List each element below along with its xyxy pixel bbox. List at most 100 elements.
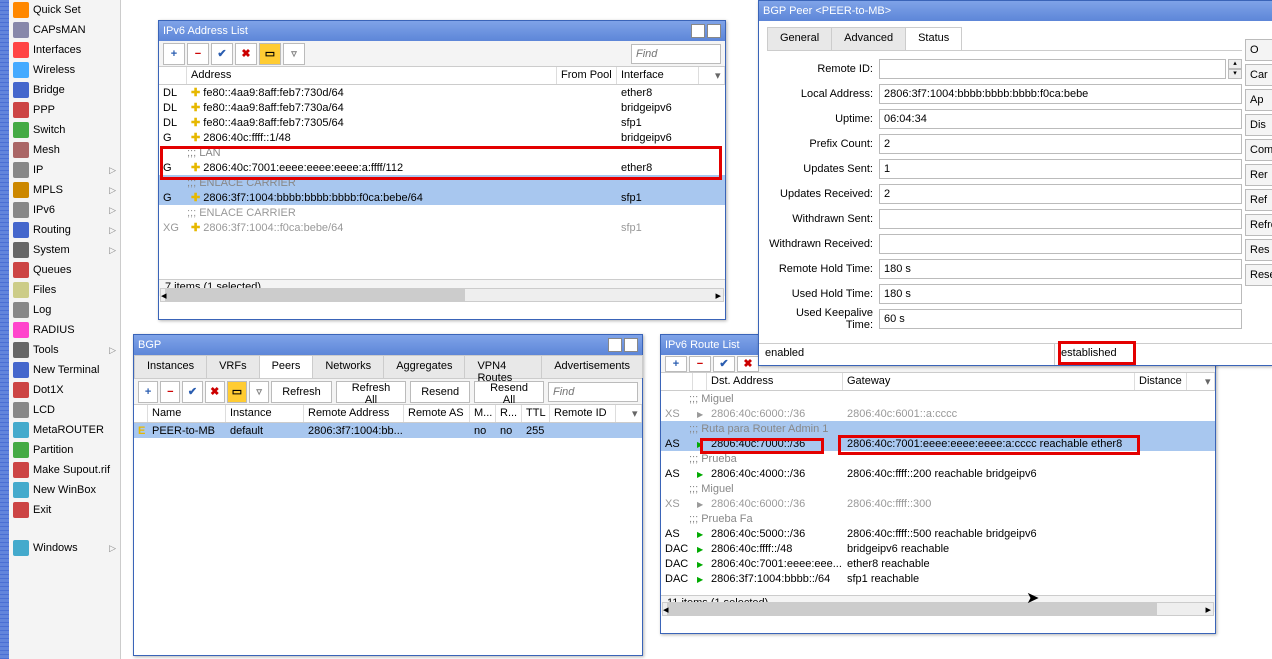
side-button[interactable]: Ap xyxy=(1245,89,1272,111)
disable-button[interactable]: ✖ xyxy=(205,381,225,403)
sidebar-item-ipv6[interactable]: IPv6▷ xyxy=(9,200,120,220)
sidebar-item-queues[interactable]: Queues xyxy=(9,260,120,280)
grid-body[interactable]: ;;; MiguelXS▶2806:40c:6000::/362806:40c:… xyxy=(661,391,1215,595)
sidebar-item-exit[interactable]: Exit xyxy=(9,500,120,520)
sidebar-item-wireless[interactable]: Wireless xyxy=(9,60,120,80)
field-value[interactable]: 2 xyxy=(879,134,1242,154)
tab-advanced[interactable]: Advanced xyxy=(831,27,906,50)
table-row[interactable]: DAC▶2806:3f7:1004:bbbb::/64sfp1 reachabl… xyxy=(661,571,1215,586)
tab-peers[interactable]: Peers xyxy=(259,355,314,378)
table-row[interactable]: XS▶2806:40c:6000::/362806:40c:6001::a:cc… xyxy=(661,406,1215,421)
tab-vpn4 routes[interactable]: VPN4 Routes xyxy=(464,355,542,378)
sidebar-item-ip[interactable]: IP▷ xyxy=(9,160,120,180)
find-input[interactable] xyxy=(548,382,638,402)
grid-body[interactable]: DL✚ fe80::4aa9:8aff:feb7:730d/64ether8DL… xyxy=(159,85,725,279)
sidebar-item-log[interactable]: Log xyxy=(9,300,120,320)
sidebar-item-interfaces[interactable]: Interfaces xyxy=(9,40,120,60)
remove-button[interactable]: − xyxy=(689,356,711,372)
sidebar-item-mesh[interactable]: Mesh xyxy=(9,140,120,160)
table-row[interactable]: G✚ 2806:40c:ffff::1/48bridgeipv6 xyxy=(159,130,725,145)
refresh-all-button[interactable]: Refresh All xyxy=(336,381,406,403)
enable-button[interactable]: ✔ xyxy=(182,381,202,403)
refresh-button[interactable]: Refresh xyxy=(271,381,332,403)
hscroll[interactable]: ◂▸ xyxy=(662,602,1214,616)
table-row[interactable]: DL✚ fe80::4aa9:8aff:feb7:730d/64ether8 xyxy=(159,85,725,100)
sidebar-item-system[interactable]: System▷ xyxy=(9,240,120,260)
sidebar-item-radius[interactable]: RADIUS xyxy=(9,320,120,340)
titlebar[interactable]: BGP Peer <PEER-to-MB> xyxy=(759,1,1272,21)
sidebar-item-capsman[interactable]: CAPsMAN xyxy=(9,20,120,40)
sidebar-item-partition[interactable]: Partition xyxy=(9,440,120,460)
add-button[interactable]: + xyxy=(163,43,185,65)
sidebar-item-lcd[interactable]: LCD xyxy=(9,400,120,420)
side-button[interactable]: Refre xyxy=(1245,214,1272,236)
table-row[interactable]: DAC▶2806:40c:7001:eeee:eee...ether8 reac… xyxy=(661,556,1215,571)
resend-all-button[interactable]: Resend All xyxy=(474,381,544,403)
add-button[interactable]: + xyxy=(138,381,158,403)
filter-button[interactable]: ▿ xyxy=(283,43,305,65)
resend-button[interactable]: Resend xyxy=(410,381,470,403)
enable-button[interactable]: ✔ xyxy=(211,43,233,65)
sidebar-item-windows[interactable]: Windows▷ xyxy=(9,538,120,558)
find-input[interactable] xyxy=(631,44,721,64)
sidebar-item-tools[interactable]: Tools▷ xyxy=(9,340,120,360)
close-button[interactable]: ✕ xyxy=(707,24,721,38)
table-row[interactable]: E PEER-to-MB default 2806:3f7:1004:bb...… xyxy=(134,423,642,438)
side-button[interactable]: Rese xyxy=(1245,264,1272,286)
sidebar-item-quick-set[interactable]: Quick Set xyxy=(9,0,120,20)
hscroll[interactable]: ◂▸ xyxy=(160,288,724,302)
tab-general[interactable]: General xyxy=(767,27,832,50)
field-value[interactable]: 180 s xyxy=(879,259,1242,279)
side-button[interactable]: Dis xyxy=(1245,114,1272,136)
table-row[interactable]: AS▶2806:40c:5000::/362806:40c:ffff::500 … xyxy=(661,526,1215,541)
column-menu[interactable]: ▾ xyxy=(711,67,725,84)
col-address[interactable]: Address xyxy=(187,67,557,84)
tab-status[interactable]: Status xyxy=(905,27,962,50)
side-button[interactable]: Rer xyxy=(1245,164,1272,186)
field-value[interactable]: 2806:3f7:1004:bbbb:bbbb:bbbb:f0ca:bebe xyxy=(879,84,1242,104)
sidebar-item-files[interactable]: Files xyxy=(9,280,120,300)
table-row[interactable]: G✚ 2806:3f7:1004:bbbb:bbbb:bbbb:f0ca:beb… xyxy=(159,190,725,205)
table-row[interactable]: DAC▶2806:40c:ffff::/48bridgeipv6 reachab… xyxy=(661,541,1215,556)
side-button[interactable]: O xyxy=(1245,39,1272,61)
enable-button[interactable]: ✔ xyxy=(713,356,735,372)
disable-button[interactable]: ✖ xyxy=(235,43,257,65)
tab-aggregates[interactable]: Aggregates xyxy=(383,355,465,378)
comment-button[interactable]: ▭ xyxy=(227,381,247,403)
side-button[interactable]: Res xyxy=(1245,239,1272,261)
sidebar-item-new-terminal[interactable]: New Terminal xyxy=(9,360,120,380)
remove-button[interactable]: − xyxy=(187,43,209,65)
table-row[interactable]: AS▶2806:40c:7000::/362806:40c:7001:eeee:… xyxy=(661,436,1215,451)
remove-button[interactable]: − xyxy=(160,381,180,403)
up-button[interactable]: ▴ xyxy=(1228,59,1242,69)
add-button[interactable]: + xyxy=(665,356,687,372)
tab-networks[interactable]: Networks xyxy=(312,355,384,378)
titlebar[interactable]: IPv6 Address List ▫ ✕ xyxy=(159,21,725,41)
titlebar[interactable]: BGP ▫ ✕ xyxy=(134,335,642,355)
filter-button[interactable]: ▿ xyxy=(249,381,269,403)
disable-button[interactable]: ✖ xyxy=(737,356,759,372)
tab-advertisements[interactable]: Advertisements xyxy=(541,355,643,378)
sidebar-item-ppp[interactable]: PPP xyxy=(9,100,120,120)
sidebar-item-make-supout.rif[interactable]: Make Supout.rif xyxy=(9,460,120,480)
side-button[interactable]: Com xyxy=(1245,139,1272,161)
sidebar-item-new-winbox[interactable]: New WinBox xyxy=(9,480,120,500)
minimize-button[interactable]: ▫ xyxy=(608,338,622,352)
tab-vrfs[interactable]: VRFs xyxy=(206,355,260,378)
sidebar-item-dot1x[interactable]: Dot1X xyxy=(9,380,120,400)
col-interface[interactable]: Interface xyxy=(617,67,699,84)
table-row[interactable]: AS▶2806:40c:4000::/362806:40c:ffff::200 … xyxy=(661,466,1215,481)
sidebar-item-routing[interactable]: Routing▷ xyxy=(9,220,120,240)
col-frompool[interactable]: From Pool xyxy=(557,67,617,84)
minimize-button[interactable]: ▫ xyxy=(691,24,705,38)
close-button[interactable]: ✕ xyxy=(624,338,638,352)
sidebar-item-bridge[interactable]: Bridge xyxy=(9,80,120,100)
field-value[interactable]: 180 s xyxy=(879,284,1242,304)
field-value[interactable]: 60 s xyxy=(879,309,1242,329)
grid-body[interactable]: E PEER-to-MB default 2806:3f7:1004:bb...… xyxy=(134,423,642,643)
table-row[interactable]: DL✚ fe80::4aa9:8aff:feb7:730a/64bridgeip… xyxy=(159,100,725,115)
field-value[interactable] xyxy=(879,59,1226,79)
table-row[interactable]: XS▶2806:40c:6000::/362806:40c:ffff::300 xyxy=(661,496,1215,511)
table-row[interactable]: XG✚ 2806:3f7:1004::f0ca:bebe/64sfp1 xyxy=(159,220,725,235)
side-button[interactable]: Ref xyxy=(1245,189,1272,211)
